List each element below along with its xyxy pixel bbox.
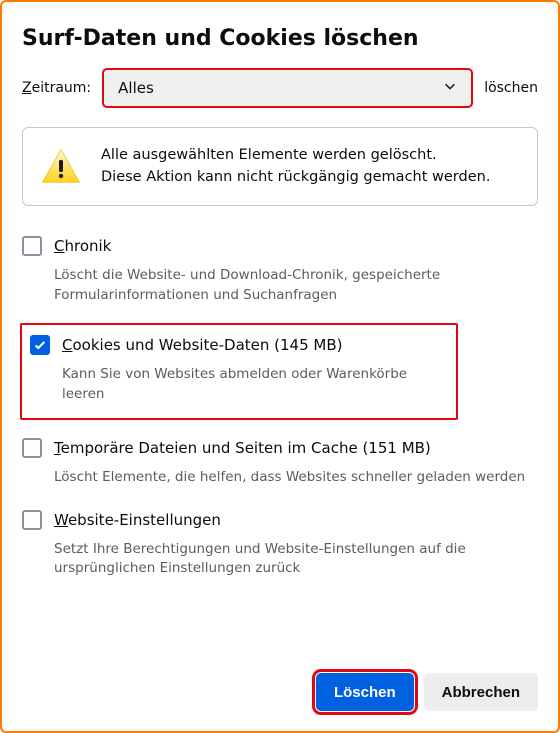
checkbox-site-settings[interactable] xyxy=(22,510,42,530)
checkbox-cache[interactable] xyxy=(22,438,42,458)
button-row: Löschen Abbrechen xyxy=(316,673,538,711)
option-history-label: Chronik xyxy=(54,237,111,255)
chevron-down-icon xyxy=(443,79,457,97)
option-cache: Temporäre Dateien und Seiten im Cache (1… xyxy=(22,434,538,506)
checkbox-history[interactable] xyxy=(22,236,42,256)
option-cache-label: Temporäre Dateien und Seiten im Cache (1… xyxy=(54,439,431,457)
checkbox-cookies[interactable] xyxy=(30,335,50,355)
option-cookies-desc: Kann Sie von Websites abmelden oder Ware… xyxy=(62,365,448,404)
warning-text: Alle ausgewählten Elemente werden gelösc… xyxy=(101,144,490,189)
clear-button[interactable]: Löschen xyxy=(316,673,414,711)
time-range-suffix: löschen xyxy=(484,80,538,96)
time-range-label: Zeitraum: xyxy=(22,80,91,96)
cancel-button[interactable]: Abbrechen xyxy=(424,673,538,711)
option-cache-desc: Löscht Elemente, die helfen, dass Websit… xyxy=(54,468,538,488)
clear-data-dialog: Surf-Daten und Cookies löschen Zeitraum:… xyxy=(0,0,560,733)
warning-box: Alle ausgewählten Elemente werden gelösc… xyxy=(22,127,538,206)
option-site-settings-label: Website-Einstellungen xyxy=(54,511,221,529)
warning-icon xyxy=(41,148,81,188)
option-site-settings: Website-Einstellungen Setzt Ihre Berecht… xyxy=(22,506,538,597)
dialog-title: Surf-Daten und Cookies löschen xyxy=(22,26,538,51)
time-range-select[interactable]: Alles xyxy=(103,69,472,107)
warning-line-1: Alle ausgewählten Elemente werden gelösc… xyxy=(101,144,490,166)
option-history-desc: Löscht die Website- und Download-Chronik… xyxy=(54,266,538,305)
time-range-select-wrap: Alles xyxy=(103,69,472,107)
option-site-settings-desc: Setzt Ihre Berechtigungen und Website-Ei… xyxy=(54,540,538,579)
warning-line-2: Diese Aktion kann nicht rückgängig gemac… xyxy=(101,166,490,188)
option-history: Chronik Löscht die Website- und Download… xyxy=(22,232,538,323)
option-cookies-label: Cookies und Website-Daten (145 MB) xyxy=(62,336,342,354)
time-range-value: Alles xyxy=(118,79,154,97)
option-cookies-highlight: Cookies und Website-Daten (145 MB) Kann … xyxy=(20,323,458,420)
time-range-row: Zeitraum: Alles löschen xyxy=(22,69,538,107)
